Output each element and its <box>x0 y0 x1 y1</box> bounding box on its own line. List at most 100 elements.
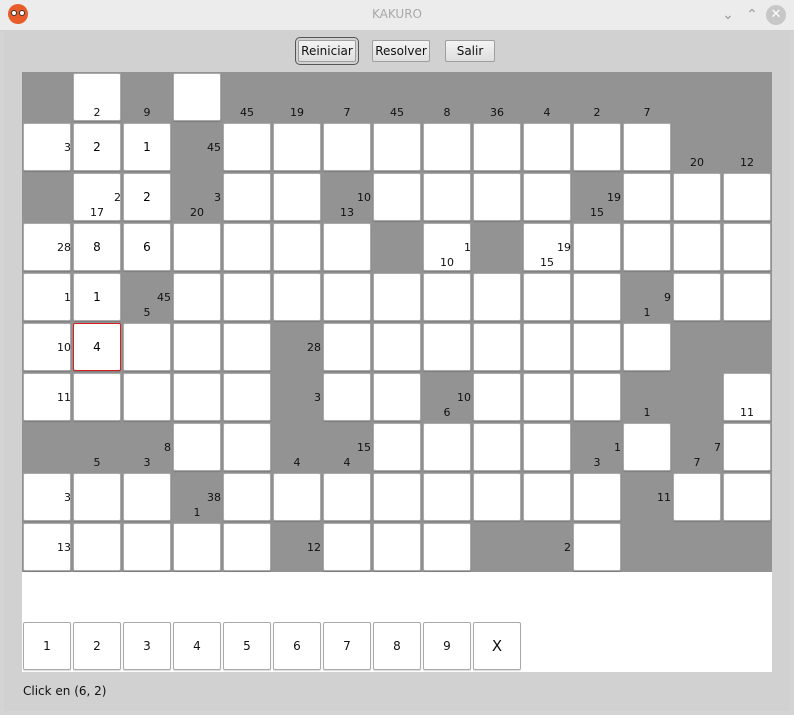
board-cell[interactable] <box>573 273 621 321</box>
board-cell[interactable] <box>523 423 571 471</box>
keypad-button[interactable]: 2 <box>73 622 121 670</box>
board-cell[interactable] <box>273 123 321 171</box>
board-cell[interactable] <box>73 523 121 571</box>
board-cell[interactable] <box>673 273 721 321</box>
board-cell[interactable] <box>273 173 321 221</box>
board-cell[interactable] <box>523 323 571 371</box>
board-cell[interactable]: 2 <box>123 173 171 221</box>
board-cell[interactable] <box>673 473 721 521</box>
board-cell[interactable] <box>573 523 621 571</box>
board-cell[interactable] <box>373 473 421 521</box>
board-cell[interactable] <box>323 373 371 421</box>
board-cell[interactable] <box>723 223 771 271</box>
board-cell[interactable] <box>623 323 671 371</box>
board-cell[interactable] <box>173 323 221 371</box>
board-cell[interactable] <box>673 173 721 221</box>
board-cell[interactable] <box>323 473 371 521</box>
board-cell[interactable] <box>223 473 271 521</box>
board-cell[interactable] <box>573 473 621 521</box>
maximize-icon[interactable]: ⌃ <box>742 5 762 25</box>
board-cell[interactable] <box>373 423 421 471</box>
board-cell[interactable] <box>173 223 221 271</box>
board-cell[interactable] <box>323 273 371 321</box>
board-cell[interactable] <box>723 273 771 321</box>
board-cell[interactable] <box>323 123 371 171</box>
board-cell[interactable] <box>373 123 421 171</box>
board-cell[interactable] <box>223 323 271 371</box>
board-cell[interactable] <box>173 423 221 471</box>
board-cell[interactable] <box>73 373 121 421</box>
keypad-button[interactable]: 5 <box>223 622 271 670</box>
board-cell[interactable]: 2 <box>73 123 121 171</box>
board-cell[interactable] <box>173 273 221 321</box>
board-cell[interactable] <box>573 373 621 421</box>
board-cell[interactable] <box>323 223 371 271</box>
board-cell[interactable] <box>623 173 671 221</box>
board-cell[interactable] <box>73 473 121 521</box>
board-cell[interactable] <box>373 173 421 221</box>
board-cell[interactable] <box>473 373 521 421</box>
board-cell[interactable] <box>373 323 421 371</box>
board-cell[interactable]: 1 <box>73 273 121 321</box>
board-cell[interactable] <box>423 423 471 471</box>
board-cell[interactable] <box>223 523 271 571</box>
board-cell[interactable] <box>523 123 571 171</box>
keypad-button[interactable]: 8 <box>373 622 421 670</box>
board-cell[interactable] <box>623 423 671 471</box>
board-cell[interactable] <box>123 523 171 571</box>
board-cell[interactable]: 4 <box>73 323 121 371</box>
board-cell[interactable] <box>323 523 371 571</box>
board-cell[interactable] <box>223 273 271 321</box>
board-cell[interactable] <box>723 173 771 221</box>
board-cell[interactable] <box>473 423 521 471</box>
board-cell[interactable] <box>373 523 421 571</box>
board-cell[interactable] <box>423 323 471 371</box>
board-cell[interactable] <box>473 323 521 371</box>
board-cell[interactable]: 1 <box>123 123 171 171</box>
board-cell[interactable] <box>623 223 671 271</box>
keypad-button[interactable]: 6 <box>273 622 321 670</box>
board-cell[interactable] <box>273 223 321 271</box>
board-cell[interactable] <box>473 123 521 171</box>
board-cell[interactable] <box>523 273 571 321</box>
board-cell[interactable] <box>223 223 271 271</box>
salir-button[interactable]: Salir <box>445 40 495 62</box>
board-cell[interactable] <box>523 373 571 421</box>
resolver-button[interactable]: Resolver <box>372 40 430 62</box>
board-cell[interactable] <box>223 423 271 471</box>
board-cell[interactable] <box>423 123 471 171</box>
board-cell[interactable] <box>423 173 471 221</box>
keypad-button[interactable]: 1 <box>23 622 71 670</box>
minimize-icon[interactable]: ⌄ <box>718 5 738 25</box>
board-cell[interactable] <box>273 273 321 321</box>
board-cell[interactable] <box>273 473 321 521</box>
keypad-clear-button[interactable]: X <box>473 622 521 670</box>
board-cell[interactable] <box>373 373 421 421</box>
close-icon[interactable]: ✕ <box>766 5 786 25</box>
board-cell[interactable] <box>123 323 171 371</box>
keypad-button[interactable]: 9 <box>423 622 471 670</box>
board-cell[interactable] <box>673 223 721 271</box>
board-cell[interactable] <box>173 73 221 121</box>
board-cell[interactable] <box>123 473 171 521</box>
board-cell[interactable] <box>223 173 271 221</box>
board-cell[interactable] <box>173 523 221 571</box>
board-cell[interactable]: 8 <box>73 223 121 271</box>
board-cell[interactable] <box>523 173 571 221</box>
keypad-button[interactable]: 4 <box>173 622 221 670</box>
board-cell[interactable] <box>473 273 521 321</box>
board-cell[interactable] <box>323 323 371 371</box>
board-cell[interactable] <box>173 373 221 421</box>
board-cell[interactable] <box>723 423 771 471</box>
board-cell[interactable] <box>473 173 521 221</box>
reiniciar-button[interactable]: Reiniciar <box>295 37 359 65</box>
board-cell[interactable] <box>523 473 571 521</box>
board-cell[interactable] <box>723 473 771 521</box>
keypad-button[interactable]: 3 <box>123 622 171 670</box>
board-cell[interactable] <box>423 473 471 521</box>
board-cell[interactable] <box>223 123 271 171</box>
keypad-button[interactable]: 7 <box>323 622 371 670</box>
board-cell[interactable] <box>373 273 421 321</box>
board-cell[interactable] <box>423 273 471 321</box>
board-cell[interactable] <box>623 123 671 171</box>
